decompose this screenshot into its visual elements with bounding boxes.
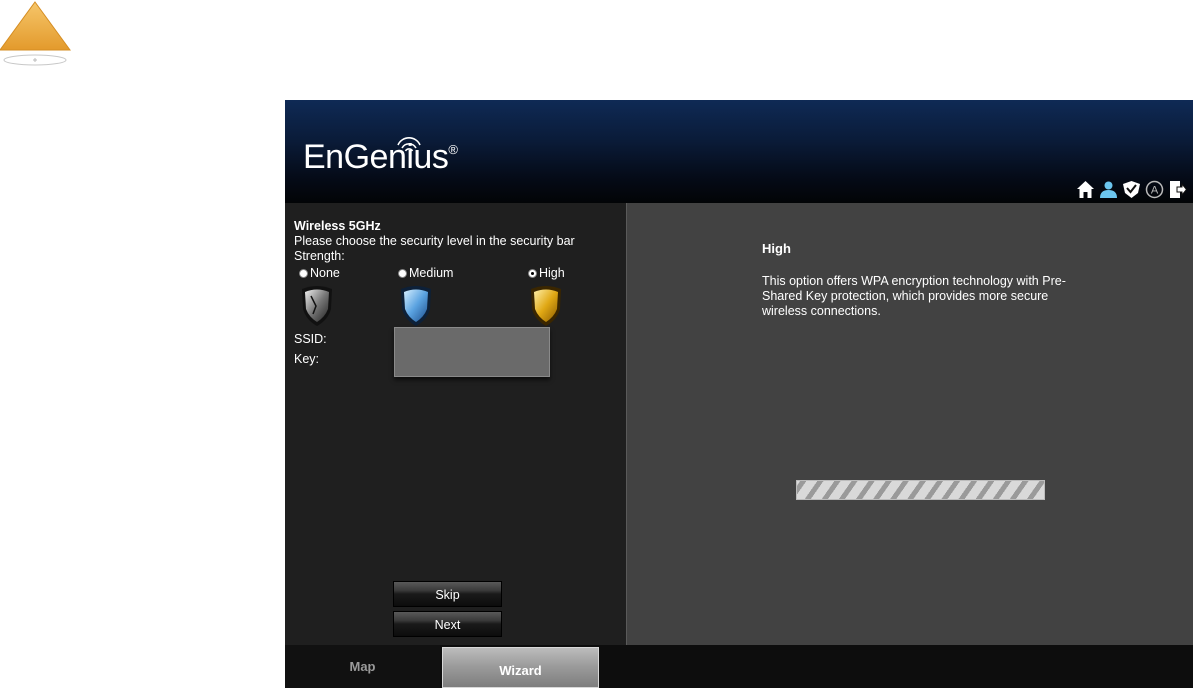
option-label-medium: Medium <box>409 266 454 280</box>
option-label-high: High <box>539 266 565 280</box>
logout-icon[interactable] <box>1168 180 1187 199</box>
shield-medium-icon[interactable] <box>397 284 435 328</box>
ssid-key-fields[interactable] <box>394 327 550 377</box>
toolbar: A <box>1076 180 1187 199</box>
home-icon[interactable] <box>1076 180 1095 199</box>
radio-high[interactable] <box>528 268 537 278</box>
bottom-tab-bar: Map Wizard <box>285 645 1193 688</box>
progress-bar <box>796 480 1045 500</box>
next-button[interactable]: Next <box>393 611 502 637</box>
brand-registered-mark: ® <box>448 142 458 157</box>
security-info-panel: High This option offers WPA encryption t… <box>626 203 1193 645</box>
brand-logo: EnGenius® <box>303 138 458 177</box>
header: EnGenius® A <box>285 100 1193 203</box>
brand-name: EnGenius <box>303 138 449 176</box>
option-label-none: None <box>310 266 340 280</box>
security-settings-panel: Wireless 5GHz Please choose the security… <box>285 203 626 645</box>
auto-update-icon[interactable]: A <box>1145 180 1164 199</box>
svg-text:A: A <box>1151 185 1159 197</box>
router-admin-window: EnGenius® A Wireless 5GHz Please choose … <box>285 100 1193 688</box>
skip-button[interactable]: Skip <box>393 581 502 607</box>
instruction-text: Please choose the security level in the … <box>294 234 575 248</box>
wifi-signal-icon <box>397 137 421 152</box>
tab-wizard[interactable]: Wizard <box>442 647 599 688</box>
ssid-label: SSID: <box>294 332 327 346</box>
security-level-description: This option offers WPA encryption techno… <box>762 274 1066 318</box>
security-option-medium[interactable]: Medium <box>398 266 453 280</box>
tab-map[interactable]: Map <box>285 645 440 688</box>
app-logo-icon <box>0 1 71 66</box>
shield-high-icon[interactable] <box>527 284 565 328</box>
shield-check-icon[interactable] <box>1122 180 1141 199</box>
key-label: Key: <box>294 352 320 366</box>
radio-medium[interactable] <box>398 268 407 278</box>
shield-none-icon[interactable] <box>298 284 336 328</box>
strength-label: Strength: <box>294 249 345 263</box>
security-option-none[interactable]: None <box>299 266 340 280</box>
user-icon[interactable] <box>1099 180 1118 199</box>
panel-title: Wireless 5GHz <box>294 219 381 233</box>
security-option-high[interactable]: High <box>528 266 565 280</box>
radio-none[interactable] <box>299 268 308 278</box>
security-level-title: High <box>762 241 791 256</box>
